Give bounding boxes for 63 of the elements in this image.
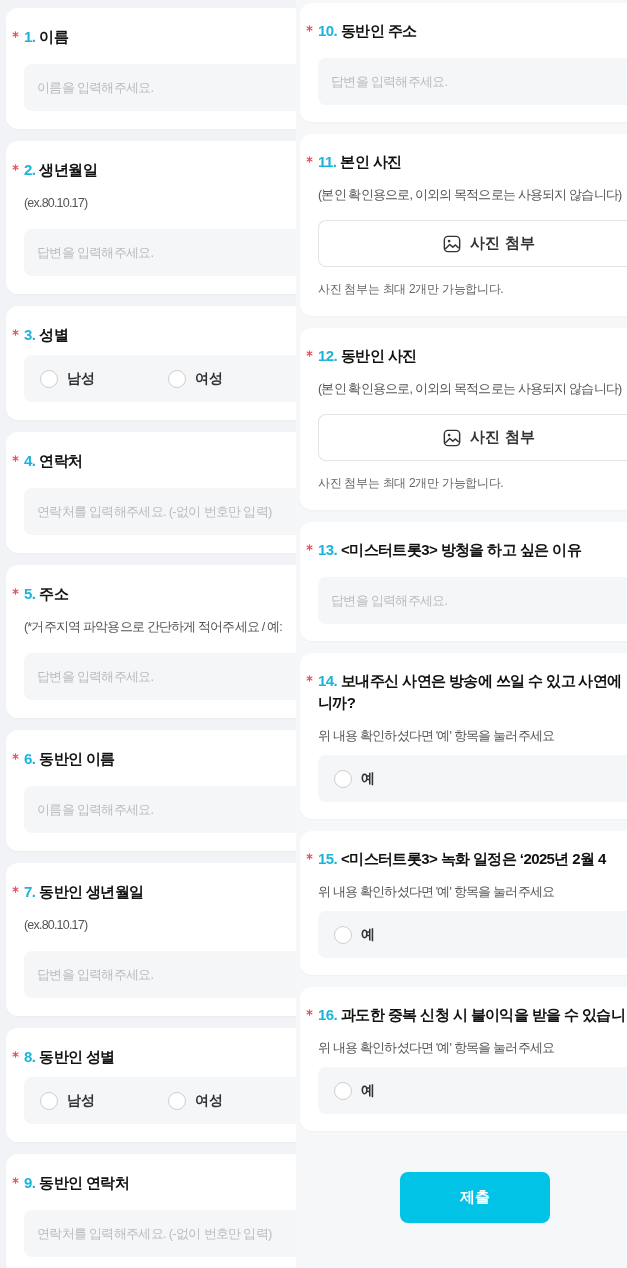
- question-number: 10.: [318, 21, 338, 41]
- question-number: 4.: [24, 451, 36, 471]
- question-hint: 위 내용 확인하셨다면 '예' 항목을 눌러주세요: [318, 728, 555, 745]
- question-title: 생년월일: [39, 160, 97, 180]
- question-title: 동반인 사진: [341, 346, 417, 366]
- input-field[interactable]: 답변을 입력해주세요.: [24, 229, 296, 276]
- question-hint: 위 내용 확인하셨다면 '예' 항목을 눌러주세요: [318, 884, 555, 901]
- input-field[interactable]: 이름을 입력해주세요.: [24, 64, 296, 111]
- input-field[interactable]: 답변을 입력해주세요.: [24, 951, 296, 998]
- input-field[interactable]: 이름을 입력해주세요.: [24, 786, 296, 833]
- question-number: 9.: [24, 1173, 36, 1193]
- input-field[interactable]: 연락처를 입력해주세요. (-없이 번호만 입력): [24, 1210, 296, 1257]
- question-title: 동반인 이름: [39, 749, 115, 769]
- question-number: 1.: [24, 27, 36, 47]
- question-hint: (*거주지역 파악용으로 간단하게 적어주세요 / 예:: [24, 619, 282, 636]
- question-number: 6.: [24, 749, 36, 769]
- input-field[interactable]: 연락처를 입력해주세요. (-없이 번호만 입력): [24, 488, 296, 535]
- question-number: 2.: [24, 160, 36, 180]
- question-number: 12.: [318, 346, 338, 366]
- question-title: 니까?: [318, 693, 356, 713]
- question-hint: (ex.80.10.17): [24, 195, 88, 212]
- input-field[interactable]: 답변을 입력해주세요.: [24, 653, 296, 700]
- question-hint: (본인 확인용으로, 이외의 목적으로는 사용되지 않습니다): [318, 187, 622, 204]
- question-title: 주소: [39, 584, 69, 604]
- question-title: 동반인 성별: [39, 1047, 115, 1067]
- question-title: 본인 사진: [340, 152, 402, 172]
- question-title: 이름: [39, 27, 69, 47]
- attach-photo-button[interactable]: 사진 첨부: [318, 220, 627, 267]
- question-title: 연락처: [39, 451, 83, 471]
- question-title: 과도한 중복 신청 시 불이익을 받을 수 있습니: [341, 1005, 626, 1025]
- question-title: 동반인 주소: [341, 21, 417, 41]
- question-number: 14.: [318, 671, 338, 691]
- radio-option[interactable]: 예: [334, 769, 467, 788]
- attach-photo-button[interactable]: 사진 첨부: [318, 414, 627, 461]
- question-title: <미스터트롯3> 녹화 일정은 ‘2025년 2월 4: [341, 849, 606, 869]
- radio-option[interactable]: 남성: [40, 369, 168, 388]
- image-icon: [443, 234, 462, 253]
- radio-option[interactable]: 예: [334, 925, 467, 944]
- question-title: 보내주신 사연은 방송에 쓰일 수 있고 사연에: [341, 671, 622, 691]
- question-hint: (ex.80.10.17): [24, 917, 88, 934]
- input-field[interactable]: 답변을 입력해주세요.: [318, 58, 627, 105]
- question-number: 13.: [318, 540, 338, 560]
- question-number: 7.: [24, 882, 36, 902]
- radio-option[interactable]: 여성: [168, 369, 296, 388]
- question-hint: (본인 확인용으로, 이외의 목적으로는 사용되지 않습니다): [318, 381, 622, 398]
- question-title: 성별: [39, 325, 69, 345]
- question-number: 3.: [24, 325, 36, 345]
- radio-option[interactable]: 여성: [168, 1091, 296, 1110]
- question-title: <미스터트롯3> 방청을 하고 싶은 이유: [341, 540, 581, 560]
- input-field[interactable]: 답변을 입력해주세요.: [318, 577, 627, 624]
- photo-note: 사진 첨부는 최대 2개만 가능합니다.: [318, 281, 504, 298]
- question-number: 16.: [318, 1005, 338, 1025]
- question-number: 15.: [318, 849, 338, 869]
- question-number: 8.: [24, 1047, 36, 1067]
- question-number: 5.: [24, 584, 36, 604]
- question-title: 동반인 연락처: [39, 1173, 130, 1193]
- radio-option[interactable]: 예: [334, 1081, 467, 1100]
- image-icon: [443, 428, 462, 447]
- radio-option[interactable]: 남성: [40, 1091, 168, 1110]
- photo-note: 사진 첨부는 최대 2개만 가능합니다.: [318, 475, 504, 492]
- question-title: 동반인 생년월일: [39, 882, 144, 902]
- question-hint: 위 내용 확인하셨다면 '예' 항목을 눌러주세요: [318, 1040, 555, 1057]
- question-number: 11.: [318, 152, 337, 172]
